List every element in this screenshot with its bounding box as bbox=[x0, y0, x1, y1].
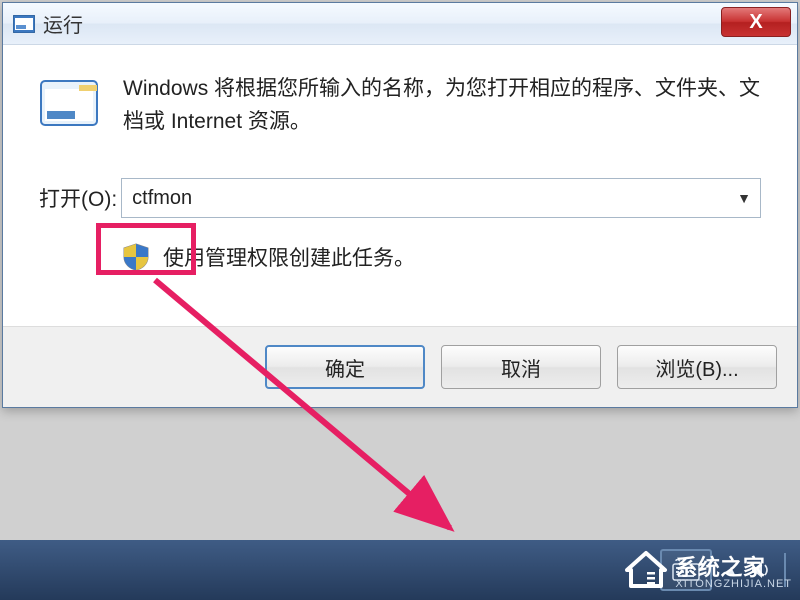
shield-icon bbox=[123, 243, 149, 271]
ok-button[interactable]: 确定 bbox=[265, 345, 425, 389]
browse-button[interactable]: 浏览(B)... bbox=[617, 345, 777, 389]
taskbar: ▲ 系统之家 XITONGZHIJIA.NET bbox=[0, 540, 800, 600]
dialog-body: Windows 将根据您所输入的名称，为您打开相应的程序、文件夹、文档或 Int… bbox=[3, 45, 797, 326]
open-row: 打开(O): ▼ bbox=[39, 178, 761, 218]
window-title: 运行 bbox=[43, 9, 83, 38]
watermark-url: XITONGZHIJIA.NET bbox=[675, 579, 792, 590]
description-text: Windows 将根据您所输入的名称，为您打开相应的程序、文件夹、文档或 Int… bbox=[123, 73, 761, 138]
house-icon bbox=[623, 550, 669, 596]
close-button[interactable]: X bbox=[721, 7, 791, 37]
button-area: 确定 取消 浏览(B)... bbox=[3, 326, 797, 407]
open-input[interactable] bbox=[121, 178, 761, 218]
run-icon-large bbox=[39, 77, 99, 133]
admin-text: 使用管理权限创建此任务。 bbox=[163, 242, 415, 272]
admin-row: 使用管理权限创建此任务。 bbox=[123, 242, 761, 272]
watermark: 系统之家 XITONGZHIJIA.NET bbox=[623, 550, 792, 596]
cancel-button[interactable]: 取消 bbox=[441, 345, 601, 389]
titlebar[interactable]: 运行 X bbox=[3, 3, 797, 45]
open-label: 打开(O): bbox=[39, 183, 117, 213]
open-combobox[interactable]: ▼ bbox=[121, 178, 761, 218]
watermark-brand: 系统之家 bbox=[675, 557, 792, 579]
run-icon bbox=[13, 15, 35, 33]
description-row: Windows 将根据您所输入的名称，为您打开相应的程序、文件夹、文档或 Int… bbox=[39, 73, 761, 138]
close-icon: X bbox=[749, 11, 762, 34]
run-dialog: 运行 X Windows 将根据您所输入的名称，为您打开相应的程序、文件夹、文档… bbox=[2, 2, 798, 408]
